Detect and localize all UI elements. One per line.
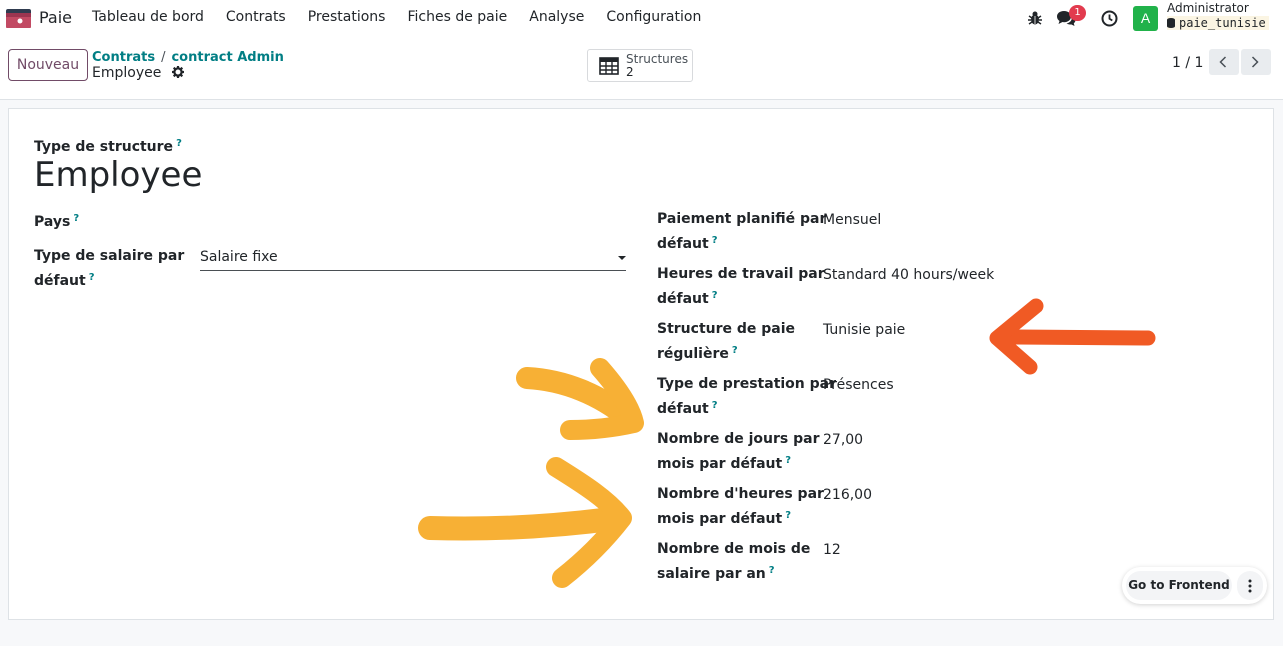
payroll-app-icon[interactable] [6,9,31,28]
label-line2: mois par défaut [657,456,783,472]
label-line1: Nombre de mois de [657,541,811,557]
pager-value[interactable]: 1 / 1 [1172,55,1203,71]
label-line1: Type de salaire par [34,248,185,264]
default-work-entry-type-label: Type de prestation par défaut? [657,374,836,420]
menu-item-analysis[interactable]: Analyse [529,9,584,25]
top-navbar: Paie Tableau de bord Contrats Prestation… [0,0,1283,36]
label-line2: régulière [657,346,729,362]
months-per-year-value[interactable]: 12 [823,540,841,561]
label-line2: défaut [34,273,86,289]
help-tooltip[interactable]: ? [785,455,791,466]
caret-down-icon [618,256,626,260]
label-line1: Nombre d'heures par [657,486,824,502]
help-tooltip[interactable]: ? [176,138,182,149]
days-per-month-value[interactable]: 27,00 [823,430,863,451]
regular-pay-structure-label: Structure de paie régulière? [657,319,795,365]
help-tooltip[interactable]: ? [712,290,718,301]
label-line2: mois par défaut [657,511,783,527]
new-button[interactable]: Nouveau [8,49,88,81]
table-grid-icon [599,57,619,75]
help-tooltip[interactable]: ? [712,235,718,246]
help-tooltip[interactable]: ? [769,565,775,576]
label-line2: défaut [657,291,709,307]
days-per-month-label: Nombre de jours par mois par défaut? [657,429,819,475]
help-tooltip[interactable]: ? [785,510,791,521]
regular-pay-structure-value[interactable]: Tunisie paie [823,320,905,341]
notification-badge: 1 [1069,5,1086,21]
label-line2: défaut [657,401,709,417]
app-name[interactable]: Paie [39,8,72,27]
gear-icon[interactable] [171,66,184,78]
hours-per-month-value[interactable]: 216,00 [823,485,872,506]
hours-per-month-label: Nombre d'heures par mois par défaut? [657,484,824,530]
default-wage-type-value: Salaire fixe [200,249,278,265]
avatar[interactable]: A [1133,6,1158,31]
database-name: paie_tunisie [1179,16,1266,30]
country-label: Pays? [34,208,79,233]
label-line2: défaut [657,236,709,252]
label-line1: Nombre de jours par [657,431,820,447]
scheduled-pay-label: Paiement planifié par défaut? [657,209,826,255]
working-hours-value[interactable]: Standard 40 hours/week [823,265,994,286]
breadcrumb: Contrats / contract Admin [92,50,284,65]
label-line2: salaire par an [657,566,766,582]
kebab-menu-icon [1248,579,1252,593]
structures-smart-button[interactable]: Structures 2 [587,49,693,82]
menu-item-contracts[interactable]: Contrats [226,9,286,25]
go-to-frontend-button[interactable]: Go to Frontend [1126,571,1232,600]
main-menu: Tableau de bord Contrats Prestations Fic… [92,9,723,25]
working-hours-label: Heures de travail par défaut? [657,264,825,310]
scheduled-pay-value[interactable]: Mensuel [823,210,881,231]
database-label: paie_tunisie [1167,16,1269,30]
more-options-button[interactable] [1237,571,1263,600]
menu-item-configuration[interactable]: Configuration [606,9,701,25]
label-line1: Paiement planifié par [657,211,827,227]
default-wage-type-label: Type de salaire par défaut? [34,246,184,292]
label-line1: Type de prestation par [657,376,837,392]
breadcrumb-contract-admin[interactable]: contract Admin [171,50,283,65]
pager-next-button[interactable] [1241,49,1271,75]
default-work-entry-type-value[interactable]: Présences [823,375,894,396]
clock-icon[interactable] [1101,10,1118,27]
control-panel: Nouveau Contrats / contract Admin Employee… [0,36,1283,100]
chevron-left-icon [1219,56,1227,68]
smart-button-count: 2 [626,65,634,79]
help-tooltip[interactable]: ? [732,345,738,356]
record-name: Employee [92,65,184,81]
breadcrumb-separator: / [161,50,166,65]
default-wage-type-select[interactable]: Salaire fixe [200,245,626,271]
form-sheet: Type de structure? Employee Pays? Type d… [8,108,1274,620]
menu-item-work-entries[interactable]: Prestations [308,9,386,25]
frontend-toolbar: Go to Frontend [1122,567,1267,604]
structure-type-title[interactable]: Employee [34,155,202,195]
database-icon [1167,18,1175,28]
chevron-right-icon [1251,56,1259,68]
record-title: Employee [92,65,162,81]
bug-icon[interactable] [1027,10,1043,26]
user-name[interactable]: Administrator [1167,1,1249,15]
menu-item-payslips[interactable]: Fiches de paie [407,9,507,25]
menu-item-dashboard[interactable]: Tableau de bord [92,9,204,25]
pager-previous-button[interactable] [1209,49,1239,75]
label-line1: Structure de paie [657,321,796,337]
breadcrumb-contracts[interactable]: Contrats [92,50,155,65]
country-label-text: Pays [34,214,71,230]
help-tooltip[interactable]: ? [73,213,79,224]
smart-button-label: Structures [626,52,689,66]
label-line1: Heures de travail par [657,266,825,282]
help-tooltip[interactable]: ? [712,400,718,411]
help-tooltip[interactable]: ? [89,272,95,283]
structure-type-label-text: Type de structure [34,139,174,155]
months-per-year-label: Nombre de mois de salaire par an? [657,539,810,585]
